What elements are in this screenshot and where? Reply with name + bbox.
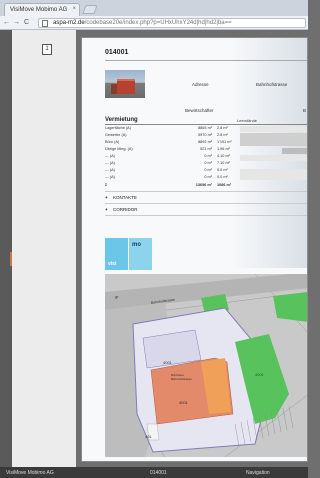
usage-rate: 2.8 m² [217, 133, 228, 137]
usage-name: Übrige Mieg. (A) [105, 147, 133, 151]
thumbnail-panel: 1 [12, 30, 76, 467]
table-row: --- (A) 0 m² 4.10 m² [105, 154, 307, 160]
divider [105, 60, 307, 61]
usage-rate: 1'191 m² [217, 140, 232, 144]
green-area [273, 292, 307, 322]
status-center: 014001 [150, 470, 167, 476]
usage-area: 0 m² [204, 161, 212, 165]
url-path: /codebase20e/index.php?p=UHxUhxY24d|hd|h… [84, 20, 232, 26]
usage-name: --- (A) [105, 175, 115, 179]
table-row: Gewerbe (A) 5970 m² 2.8 m² [105, 133, 307, 139]
usage-rate: 0.0 m² [217, 175, 228, 179]
expand-icon: + [105, 207, 108, 212]
usage-area: 0 m² [204, 168, 212, 172]
usage-title: Vermietung [105, 117, 138, 123]
left-toolbar [0, 30, 12, 467]
usage-rate: 1.96 m² [217, 147, 230, 151]
forward-arrow-icon[interactable]: → [13, 18, 20, 27]
usage-rate: 0.0 m² [217, 168, 228, 172]
usage-total-name: Σ [105, 183, 108, 187]
status-bar: VisiMove Mobimo AG 014001 Navigation [0, 467, 308, 478]
usage-total-area: 13696 m² [195, 183, 212, 187]
section-contacts[interactable]: + KONTAKTE [105, 195, 137, 200]
map-label: 401 [145, 434, 152, 439]
map-label: 4001 [163, 360, 173, 365]
address-value: Bahnhofstrasse [256, 82, 288, 87]
tab-title: VisiMove Mobimo AG [10, 7, 68, 13]
table-row: --- (A) 0 m² 7.10 m² [105, 161, 307, 167]
page-title: 014001 [105, 49, 129, 56]
usage-total-rate: 1086 m² [217, 183, 232, 187]
url-host: aspa-m2.de [53, 20, 85, 26]
table-row: --- (A) 0 m² 0.0 m² [105, 168, 307, 174]
usage-area: 521 m² [200, 147, 212, 151]
map-label: 4001 [179, 400, 189, 405]
table-row: Übrige Mieg. (A) 521 m² 1.96 m² [105, 147, 307, 153]
usage-name: Gewerbe (A) [105, 133, 127, 137]
page-icon [42, 20, 48, 27]
usage-rate: 7.10 m² [217, 161, 230, 165]
close-icon[interactable]: × [72, 6, 76, 12]
usage-name: Lagerfläche (A) [105, 126, 131, 130]
address-label: Adresse [192, 82, 209, 87]
usage-name: --- (A) [105, 168, 115, 172]
usage-name: Büro (A) [105, 140, 120, 144]
browser-tab[interactable]: VisiMove Mobimo AG × [4, 3, 80, 16]
manager-value: B [303, 108, 307, 113]
document-page: 014001 Adresse Bahnhofstrasse Bewirtscha… [81, 37, 308, 462]
table-row: --- (A) 0 m² 0.0 m² [105, 175, 307, 181]
navigation-bar: ← → C aspa-m2.de/codebase20e/index.php?p… [0, 16, 308, 30]
divider [105, 215, 307, 216]
expand-icon: + [105, 195, 108, 200]
section-corridor[interactable]: + CORRIDOR [105, 207, 138, 212]
new-tab-button[interactable] [82, 5, 98, 14]
table-row: Lagerfläche (A) 8865 m² 2.8 m² [105, 126, 307, 132]
status-right[interactable]: Navigation [246, 470, 270, 476]
usage-name: --- (A) [105, 161, 115, 165]
usage-area: 0 m² [204, 175, 212, 179]
section-label: CORRIDOR [113, 207, 138, 212]
usage-rate: 2.8 m² [217, 126, 228, 130]
site-plan-map[interactable]: gr Bahnhofstrasse 4001 4001 Bürohaus Bah… [105, 274, 308, 457]
logo-text: mo [132, 242, 141, 248]
usage-area: 0 m² [204, 154, 212, 158]
usage-area: 8865 m² [198, 126, 212, 130]
building-photo [105, 70, 145, 98]
usage-subtitle: Leerstände [237, 118, 258, 123]
table-row: Büro (A) 8892 m² 1'191 m² [105, 140, 307, 146]
divider [105, 124, 307, 125]
manager-label: Bewirtschafter [185, 108, 214, 113]
map-label: Bahnhofstrasse [171, 377, 192, 381]
status-left: VisiMove Mobimo AG [6, 470, 54, 476]
document-viewer: 1 014001 Adresse Bahnhofstrasse Bewirtsc… [0, 30, 308, 467]
reload-icon[interactable]: C [24, 18, 29, 27]
divider [105, 191, 307, 192]
logo-text: visi [108, 261, 117, 267]
divider [105, 203, 307, 204]
table-total-row: Σ 13696 m² 1086 m² [105, 183, 307, 189]
section-label: KONTAKTE [113, 195, 137, 200]
map-label: 4001 [255, 372, 265, 377]
usage-area: 8892 m² [198, 140, 212, 144]
document-icon[interactable]: 1 [42, 44, 52, 55]
visimove-logo: mo visi [105, 238, 152, 270]
building-shape [117, 79, 135, 94]
usage-name: --- (A) [105, 154, 115, 158]
usage-area: 5970 m² [198, 133, 212, 137]
address-bar[interactable]: aspa-m2.de/codebase20e/index.php?p=UHxUh… [38, 18, 306, 28]
tab-strip: VisiMove Mobimo AG × [0, 0, 308, 16]
back-arrow-icon[interactable]: ← [3, 18, 10, 27]
usage-rate: 4.10 m² [217, 154, 230, 158]
